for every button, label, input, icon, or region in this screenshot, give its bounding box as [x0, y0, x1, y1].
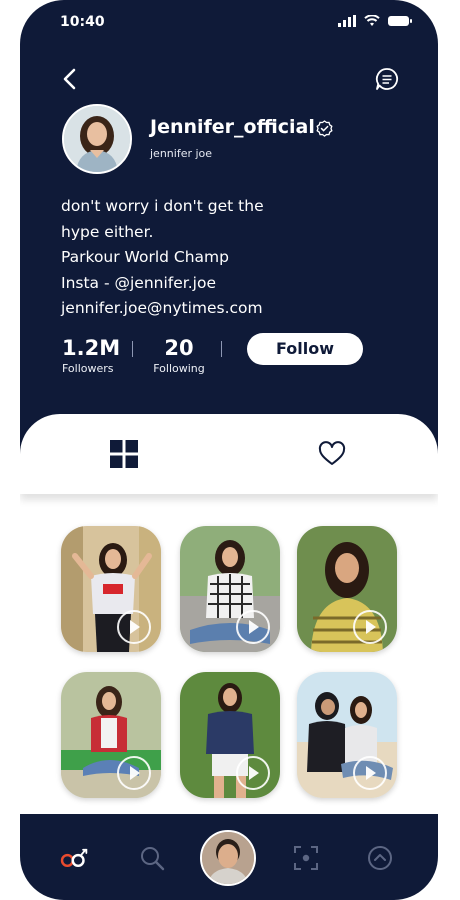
bio-line[interactable]: jennifer.joe@nytimes.com [61, 296, 391, 322]
follow-button[interactable]: Follow [247, 333, 363, 365]
post-thumbnail[interactable] [61, 672, 161, 798]
bio-line: Parkour World Champ [61, 248, 229, 266]
play-icon [353, 756, 387, 790]
verified-badge-icon [316, 120, 333, 137]
chat-bubble-icon[interactable] [374, 66, 400, 92]
bio-line: hype either. [61, 222, 154, 241]
username: Jennifer_official [150, 116, 315, 138]
status-icons [338, 15, 412, 27]
chevron-up-circle-icon[interactable] [366, 844, 394, 872]
phone-frame: 10:40 Jennifer_official jennifer joe don… [20, 0, 438, 900]
search-icon[interactable] [138, 844, 166, 872]
grid-icon[interactable] [110, 440, 138, 468]
bio-line: don't worry i don't get the [61, 197, 264, 215]
following-stat[interactable]: 20 Following [152, 336, 206, 375]
avatar-photo [64, 106, 130, 172]
play-icon [117, 756, 151, 790]
profile-avatar[interactable] [200, 830, 256, 886]
focus-frame-icon[interactable] [292, 844, 320, 872]
bio: don't worry i don't get the hype either.… [61, 194, 391, 322]
nav-avatar-photo [202, 832, 254, 884]
play-icon [353, 610, 387, 644]
play-icon [117, 610, 151, 644]
heart-icon[interactable] [318, 440, 346, 468]
signal-icon [338, 15, 356, 27]
real-name: jennifer joe [150, 147, 213, 160]
stat-divider [132, 341, 133, 357]
wifi-icon [364, 15, 380, 26]
play-icon [236, 610, 270, 644]
post-thumbnail[interactable] [61, 526, 161, 652]
post-thumbnail[interactable] [180, 526, 280, 652]
followers-count: 1.2M [62, 336, 121, 360]
following-label: Following [153, 362, 205, 375]
followers-stat[interactable]: 1.2M Followers [62, 336, 120, 375]
play-icon [236, 756, 270, 790]
back-arrow-icon[interactable] [58, 66, 84, 92]
post-thumbnail[interactable] [297, 526, 397, 652]
posts-grid [61, 526, 399, 802]
battery-icon [388, 16, 412, 26]
status-time: 10:40 [60, 14, 105, 30]
profile-avatar[interactable] [62, 104, 132, 174]
followers-label: Followers [62, 362, 114, 375]
home-logo-icon[interactable] [60, 844, 88, 872]
bottom-nav [20, 814, 438, 900]
stat-divider [221, 341, 222, 357]
content-tabs [20, 414, 438, 494]
post-thumbnail[interactable] [180, 672, 280, 798]
bio-line[interactable]: Insta - @jennifer.joe [61, 271, 391, 297]
following-count: 20 [164, 336, 194, 360]
post-thumbnail[interactable] [297, 672, 397, 798]
status-bar: 10:40 [20, 0, 438, 44]
